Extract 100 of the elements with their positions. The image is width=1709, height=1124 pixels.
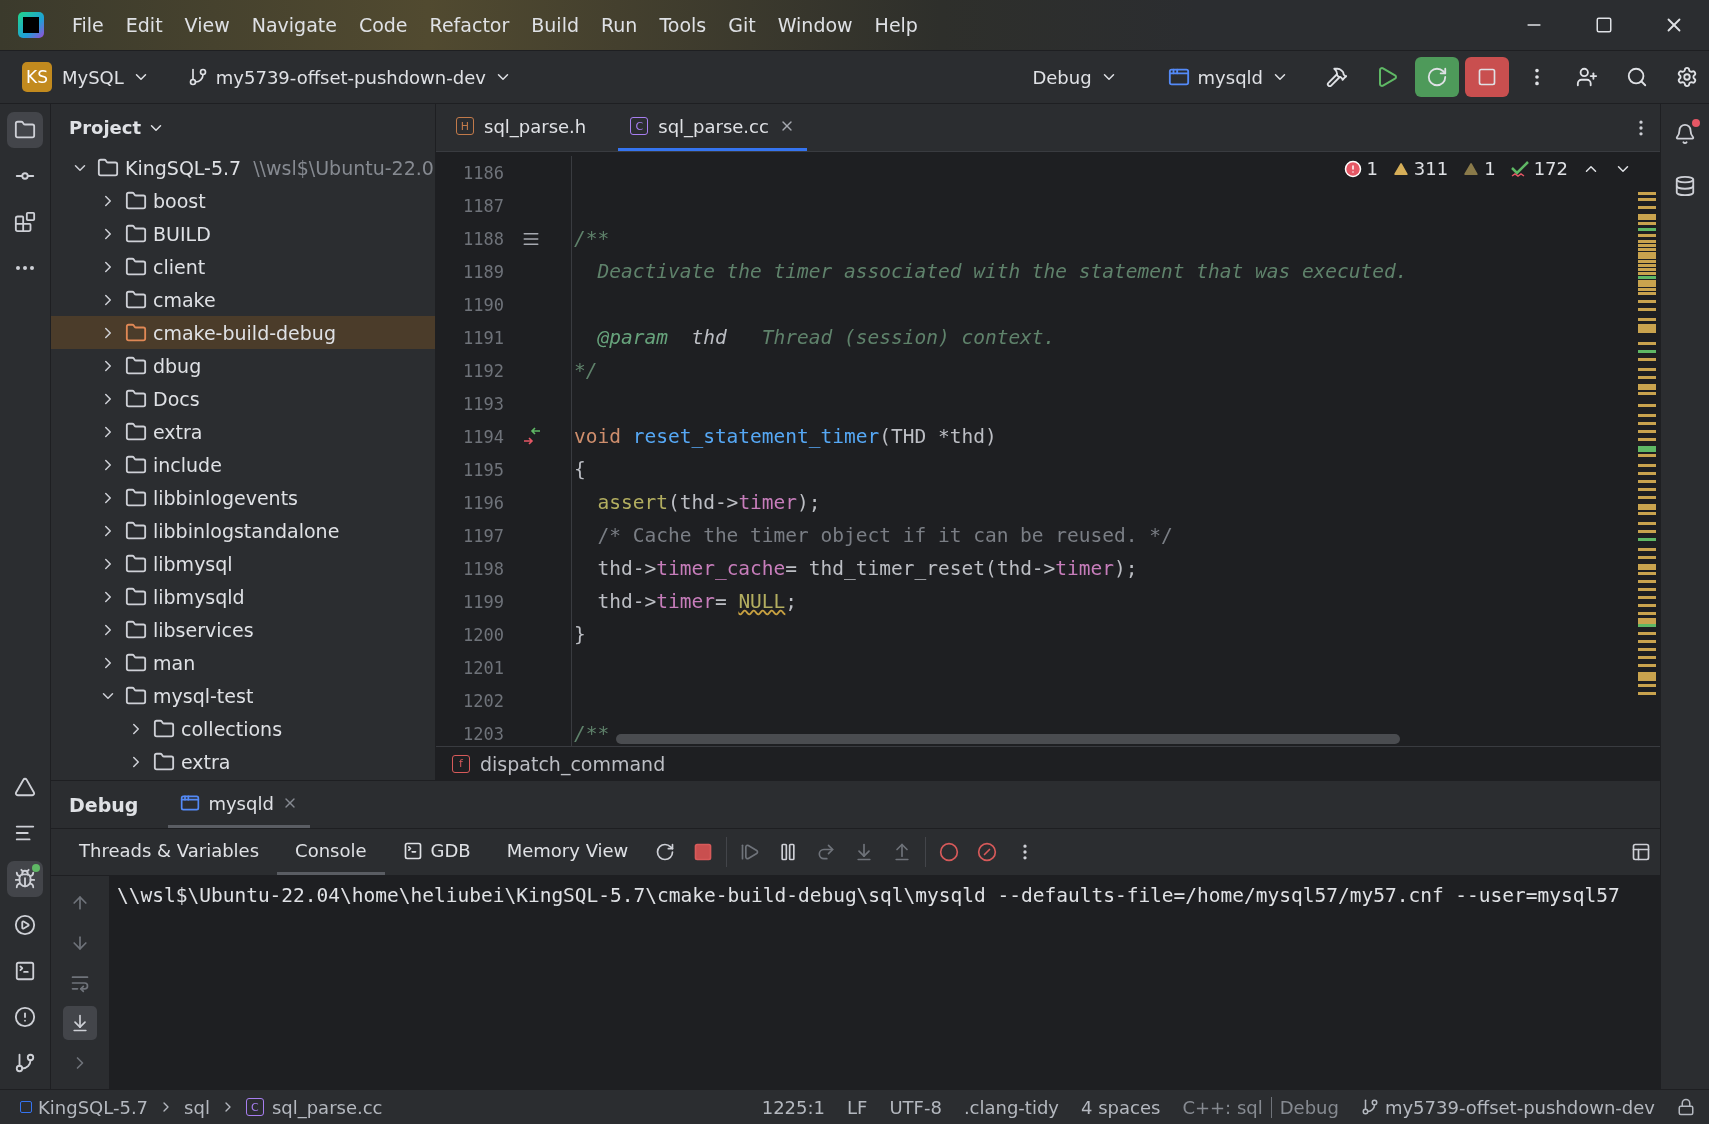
branch-selector[interactable]: my5739-offset-pushdown-dev: [215, 66, 486, 88]
tree-item[interactable]: extra: [51, 745, 435, 778]
tree-item[interactable]: boost: [51, 184, 435, 217]
inspection-count[interactable]: 1: [1366, 158, 1378, 179]
inspection-count[interactable]: 1: [1484, 158, 1496, 179]
tree-item[interactable]: libmysqld: [51, 580, 435, 613]
horizontal-scrollbar[interactable]: [616, 734, 1400, 744]
menu-item[interactable]: Refactor: [429, 14, 510, 36]
resolve-context[interactable]: C++: sql: [1182, 1096, 1263, 1118]
code-line: @param thd Thread (session) context.: [596, 326, 1056, 349]
tree-item[interactable]: libmysql: [51, 547, 435, 580]
override-arrows-icon[interactable]: [522, 426, 542, 447]
stop-icon[interactable]: [693, 842, 714, 862]
tree-item[interactable]: cmake: [51, 283, 435, 316]
maximize-icon[interactable]: [1595, 16, 1613, 34]
tree-item[interactable]: libservices: [51, 613, 435, 646]
breadcrumb[interactable]: dispatch_command: [480, 752, 666, 775]
line-number: 1186: [462, 162, 504, 183]
tree-item[interactable]: man: [51, 646, 435, 679]
menu-item[interactable]: File: [72, 14, 104, 36]
file-encoding[interactable]: UTF-8: [889, 1096, 942, 1118]
tab-label: Threads & Variables: [79, 840, 260, 861]
rerun-icon[interactable]: [655, 842, 676, 862]
blocks-icon: [14, 211, 36, 233]
resume-icon[interactable]: [740, 842, 761, 862]
inspection-count[interactable]: 311: [1413, 158, 1449, 179]
function-icon: f: [452, 754, 470, 773]
code-line: Deactivate the timer associated with the statement that was executed.: [596, 260, 1408, 283]
debug-tab[interactable]: GDB: [384, 829, 489, 875]
inspection-count[interactable]: 172: [1533, 158, 1568, 179]
line-separator[interactable]: LF: [847, 1096, 868, 1118]
line-number: 1192: [462, 360, 504, 381]
tree-item[interactable]: client: [51, 250, 435, 283]
editor-tab[interactable]: C sql_parse.cc: [618, 104, 807, 151]
build-profile[interactable]: Debug: [1270, 1096, 1339, 1118]
debug-tab[interactable]: Console: [277, 829, 385, 875]
configuration-selector[interactable]: Debug: [1032, 66, 1092, 88]
line-number: 1191: [462, 327, 504, 348]
path-segment[interactable]: KingSQL-5.7: [38, 1096, 149, 1118]
scroll-end-button[interactable]: [63, 1006, 97, 1040]
tree-item[interactable]: Docs: [51, 382, 435, 415]
hammer-icon[interactable]: [1326, 66, 1348, 88]
menu-item[interactable]: Help: [874, 14, 918, 36]
panel-title[interactable]: Project: [69, 117, 142, 138]
code-style-config[interactable]: .clang-tidy: [963, 1096, 1059, 1118]
layout-icon[interactable]: [1631, 842, 1651, 862]
stop-icon: [1477, 67, 1497, 87]
step-over-icon[interactable]: [816, 842, 837, 862]
debug-tab[interactable]: Threads & Variables: [61, 829, 278, 875]
folder-icon: [125, 552, 147, 575]
mute-breakpoints-icon[interactable]: [977, 842, 998, 862]
indent-setting[interactable]: 4 spaces: [1081, 1096, 1161, 1118]
notification-dot: [1692, 119, 1700, 127]
settings-icon[interactable]: [1676, 66, 1698, 88]
tree-item-label: cmake: [153, 288, 216, 311]
tree-item[interactable]: extra: [51, 415, 435, 448]
run-target-selector[interactable]: mysqld: [1197, 66, 1263, 88]
tree-item[interactable]: collections: [51, 712, 435, 745]
menu-item[interactable]: Edit: [125, 14, 163, 36]
editor-tab[interactable]: H sql_parse.h: [444, 104, 599, 151]
debug-tool-button[interactable]: [7, 861, 43, 897]
menu-item[interactable]: Code: [358, 14, 408, 36]
menu-item[interactable]: Window: [777, 14, 853, 36]
restart-debug-button[interactable]: [1415, 57, 1459, 97]
tree-item[interactable]: mysql-test: [51, 679, 435, 712]
search-icon[interactable]: [1626, 66, 1648, 88]
path-segment[interactable]: sql: [184, 1096, 210, 1118]
menu-item[interactable]: View: [184, 14, 230, 36]
menu-item[interactable]: Git: [728, 14, 756, 36]
tree-item[interactable]: include: [51, 448, 435, 481]
add-user-icon[interactable]: [1576, 66, 1598, 88]
caret-position[interactable]: 1225:1: [761, 1096, 825, 1118]
code-line: */: [574, 359, 598, 382]
file-type-icon: H: [456, 117, 474, 135]
debug-tab[interactable]: Memory View: [488, 829, 647, 875]
play-circle-icon: [14, 914, 36, 936]
line-number: 1190: [462, 294, 504, 315]
git-branch[interactable]: my5739-offset-pushdown-dev: [1384, 1096, 1655, 1118]
tree-item[interactable]: libbinlogevents: [51, 481, 435, 514]
menu-item[interactable]: Tools: [659, 14, 707, 36]
breakpoints-icon[interactable]: [939, 842, 960, 862]
menu-item[interactable]: Navigate: [251, 14, 337, 36]
app-logo-icon[interactable]: [18, 12, 44, 38]
folder-icon: [14, 119, 36, 141]
lock-icon[interactable]: [1677, 1098, 1695, 1116]
tree-item-label: cmake-build-debug: [153, 321, 336, 344]
menu-item[interactable]: Run: [601, 14, 638, 36]
menu-item[interactable]: Build: [531, 14, 579, 36]
path-segment[interactable]: sql_parse.cc: [271, 1096, 383, 1118]
stop-button[interactable]: [1465, 57, 1509, 97]
bug-icon: [14, 868, 36, 890]
tree-item[interactable]: KingSQL-5.7 \\wsl$\Ubuntu-22.0: [51, 151, 435, 184]
folder-icon: [153, 750, 175, 773]
project-tool-button[interactable]: [7, 112, 43, 148]
project-selector[interactable]: MySQL: [62, 66, 124, 88]
tree-item[interactable]: dbug: [51, 349, 435, 382]
tree-item[interactable]: cmake-build-debug: [51, 316, 435, 349]
tree-item[interactable]: BUILD: [51, 217, 435, 250]
code-line: thd->timer= NULL;: [596, 590, 798, 613]
tree-item[interactable]: libbinlogstandalone: [51, 514, 435, 547]
